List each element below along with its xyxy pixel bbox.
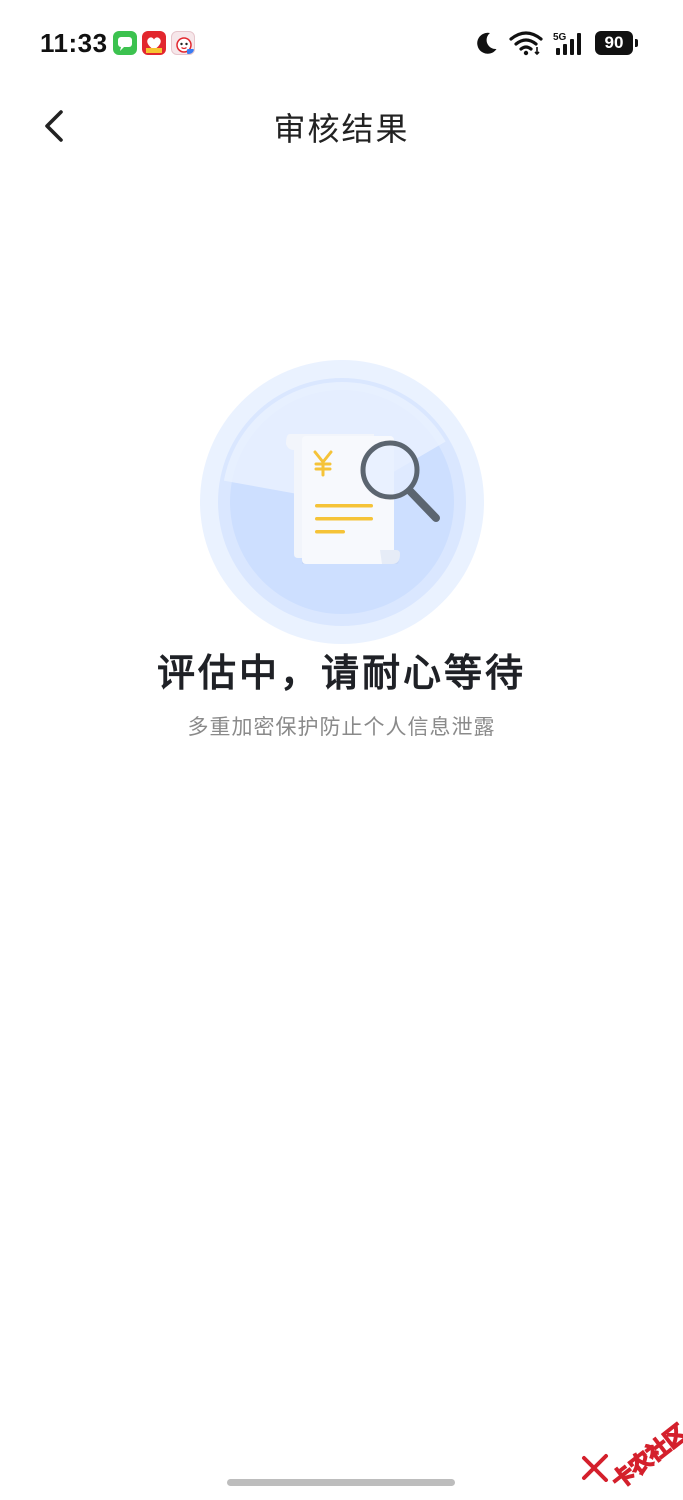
wifi-icon <box>509 31 543 56</box>
watermark-text: 卡农社区 <box>607 1420 683 1495</box>
network-type-label: 5G <box>553 32 567 43</box>
moon-icon <box>477 32 497 54</box>
status-time: 11:33 <box>40 28 108 58</box>
page-title: 审核结果 <box>273 110 410 148</box>
cellular-5g-icon: 5G <box>553 32 581 55</box>
pink-app-icon <box>171 31 195 55</box>
status-bar: 11:33 5G 90 <box>0 0 683 90</box>
status-subtext: 多重加密保护防止个人信息泄露 <box>187 715 496 739</box>
home-indicator[interactable] <box>227 1479 455 1486</box>
reviewing-illustration <box>198 358 486 646</box>
watermark-logo-icon <box>582 1454 608 1482</box>
battery-indicator: 90 <box>595 31 638 55</box>
status-right-group: 5G 90 <box>473 30 638 56</box>
messages-app-icon <box>113 31 137 55</box>
nav-bar: 审核结果 <box>0 90 683 160</box>
status-heading: 评估中，请耐心等待 <box>156 651 526 695</box>
notification-icons <box>113 31 195 55</box>
red-app-icon <box>142 31 166 55</box>
community-watermark: 卡农社区 <box>578 1404 683 1495</box>
